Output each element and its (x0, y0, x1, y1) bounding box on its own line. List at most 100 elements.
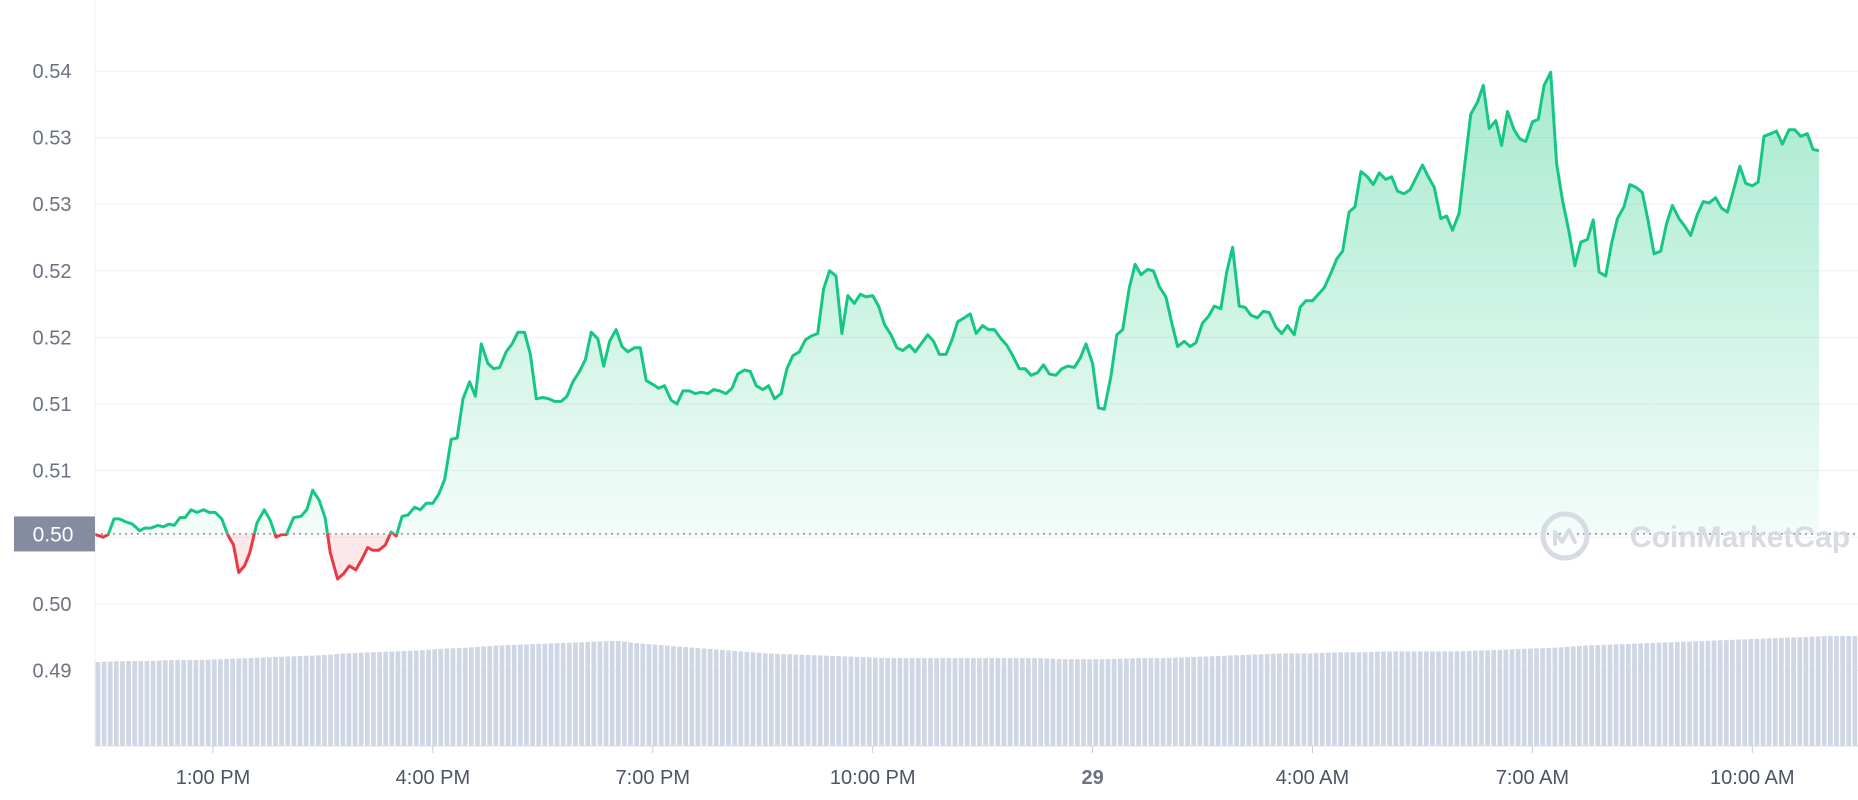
volume-bar (579, 642, 584, 746)
volume-bar (1430, 651, 1435, 746)
volume-bar (1160, 658, 1166, 746)
volume-bar (377, 652, 382, 746)
volume-bar (701, 648, 707, 746)
volume-bar (126, 661, 131, 746)
volume-bar (970, 658, 976, 746)
volume-bar (475, 646, 480, 746)
volume-bar (364, 652, 370, 746)
volume-bar (1166, 657, 1172, 746)
volume-bar (1423, 651, 1429, 746)
volume-bar (1087, 659, 1093, 746)
volume-bar (664, 645, 670, 746)
volume-bar (1264, 654, 1270, 746)
volume-bar (1295, 653, 1301, 746)
volume-bar (1130, 658, 1135, 746)
volume-bar (193, 660, 199, 746)
volume-bar (1589, 645, 1594, 746)
volume-bar (120, 661, 125, 746)
volume-bar (175, 660, 180, 746)
volume-bar (1791, 637, 1796, 746)
x-tick-label: 4:00 AM (1276, 767, 1349, 789)
volume-bar (469, 647, 474, 746)
y-tick-label: 0.53 (33, 128, 72, 150)
price-chart-svg: CoinMarketCap 0.540.530.530.520.520.510.… (14, 0, 1858, 789)
volume-bar (1436, 651, 1441, 746)
volume-bar (744, 651, 750, 746)
volume-bar (1552, 647, 1558, 746)
volume-bar (1001, 658, 1007, 746)
volume-bar (1760, 638, 1766, 746)
volume-bar (738, 651, 744, 746)
volume-bar (909, 658, 915, 746)
volume-bar (591, 641, 597, 746)
volume-bar (1613, 644, 1619, 746)
volume-bar (1736, 639, 1741, 746)
volume-bar (903, 658, 909, 746)
volume-bar (1197, 656, 1203, 746)
volume-bar (1019, 658, 1025, 746)
volume-bar (401, 651, 407, 746)
volume-bar (1038, 658, 1044, 746)
volume-bar (346, 653, 352, 746)
volume-bar (156, 660, 162, 746)
volume-bar (218, 659, 223, 746)
volume-bar (1319, 652, 1325, 746)
volume-bar (1368, 651, 1374, 746)
volume-bar (267, 657, 272, 746)
volume-bar (1772, 638, 1778, 746)
volume-bar (1497, 649, 1503, 746)
volume-bar (928, 658, 933, 746)
volume-bar (1797, 637, 1803, 746)
volume-bar (322, 654, 327, 746)
volume-bar (1472, 650, 1478, 746)
volume-bar (248, 657, 254, 746)
volume-bar (1564, 646, 1570, 746)
volume-bar (915, 658, 921, 746)
volume-bar (181, 660, 187, 746)
volume-bar (487, 645, 493, 746)
volume-bar (1277, 653, 1282, 746)
volume-bar (934, 658, 939, 746)
volume-bar (1307, 653, 1313, 746)
volume-bar (811, 655, 817, 746)
volume-bar (1546, 647, 1552, 746)
price-chart: CoinMarketCap 0.54 0.53 0.53 0.52 0.52 0.51 0.… (0, 0, 1858, 800)
y-tick-label: 0.52 (33, 261, 72, 283)
volume-bar (395, 651, 401, 746)
volume-bar (995, 658, 1001, 746)
volume-bar (922, 658, 927, 746)
volume-bar (1717, 640, 1723, 746)
volume-bar (358, 652, 364, 746)
volume-bar (1387, 651, 1392, 746)
volume-bar (1172, 657, 1178, 746)
volume-bar (560, 642, 566, 746)
volume-bar (762, 653, 768, 746)
volume-bar (1093, 659, 1099, 746)
volume-bar (566, 642, 572, 746)
volume-bar (622, 641, 627, 746)
volume-bar (499, 645, 505, 746)
volume-bar (493, 645, 499, 746)
volume-bar (1577, 645, 1582, 746)
volume-bar (824, 655, 829, 746)
volume-bar (1062, 659, 1068, 746)
volume-bar (1687, 641, 1692, 746)
volume-bar (1699, 640, 1705, 746)
volume-bar (1852, 636, 1858, 746)
volume-bar (371, 652, 376, 746)
volume-bar (854, 656, 860, 746)
volume-bar (340, 653, 346, 746)
volume-bar (113, 661, 119, 746)
volume-bar (1117, 658, 1123, 746)
volume-bar (511, 644, 517, 746)
volume-bar (652, 644, 658, 746)
volume-bar (536, 643, 542, 746)
volume-bar (1491, 650, 1497, 746)
volume-bar (315, 655, 321, 746)
volume-bar (1644, 643, 1650, 746)
volume-bar (1809, 636, 1815, 746)
volume-bar (677, 646, 682, 746)
volume-bar (615, 640, 621, 746)
volume-bar (640, 643, 646, 746)
volume-bar (1625, 643, 1631, 746)
